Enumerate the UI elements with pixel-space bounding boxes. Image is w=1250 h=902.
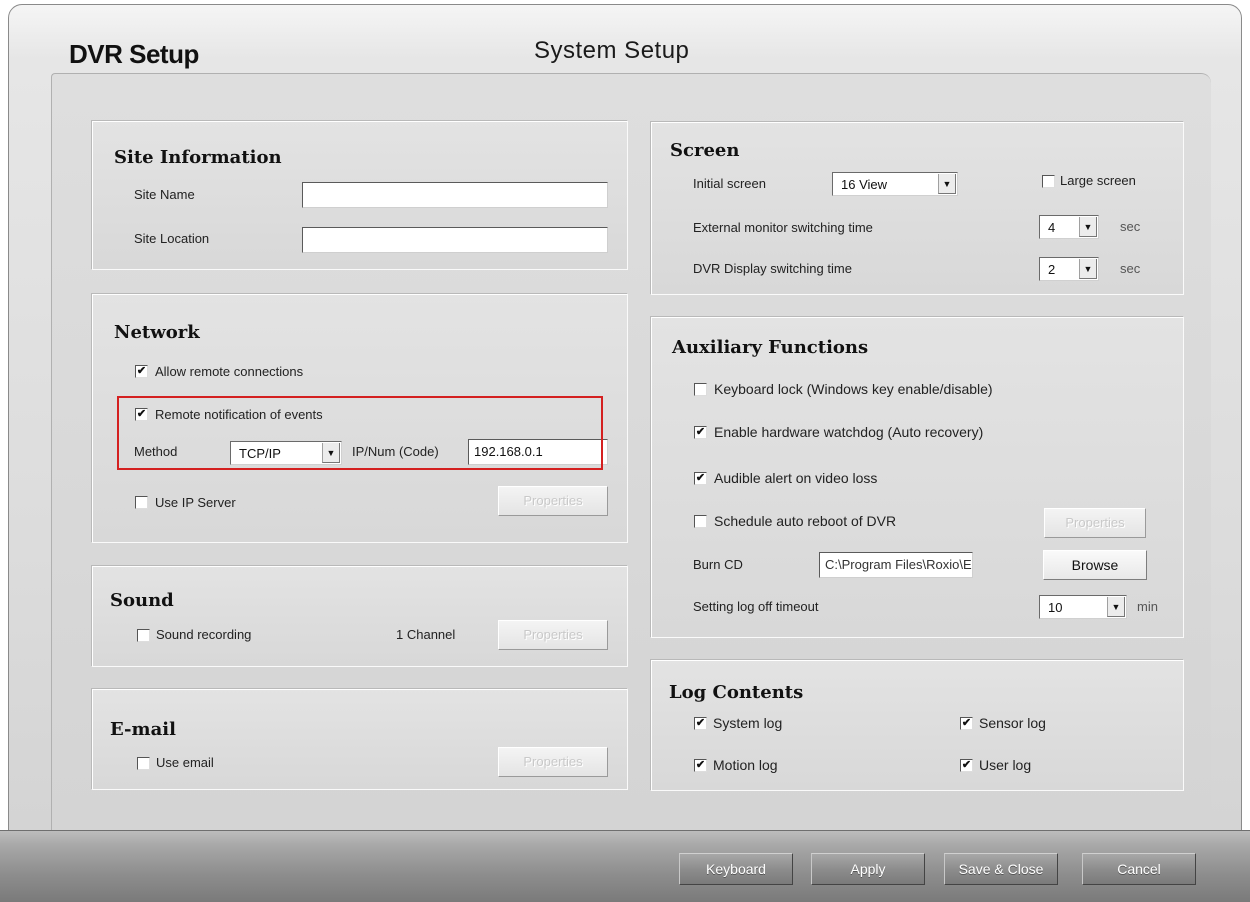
logoff-select[interactable]: 10 ▼ <box>1039 595 1127 619</box>
user-log-label: User log <box>979 757 1032 773</box>
sound-panel: Sound Sound recording 1 Channel Properti… <box>91 565 628 667</box>
site-location-field[interactable] <box>302 227 608 253</box>
log-contents-panel: Log Contents ✔ System log ✔ Sensor log ✔… <box>650 659 1184 791</box>
motion-log-label: Motion log <box>713 757 778 773</box>
email-panel: E-mail Use email Properties <box>91 688 628 790</box>
use-email-checkbox[interactable] <box>137 757 150 770</box>
browse-button[interactable]: Browse <box>1043 550 1147 580</box>
cancel-button[interactable]: Cancel <box>1082 853 1196 885</box>
page-title: System Setup <box>534 37 690 64</box>
initial-screen-label: Initial screen <box>693 176 766 191</box>
logoff-label: Setting log off timeout <box>693 599 819 614</box>
logoff-value: 10 <box>1048 600 1063 615</box>
email-properties-button[interactable]: Properties <box>498 747 608 777</box>
ext-monitor-value: 4 <box>1048 220 1056 235</box>
initial-screen-select[interactable]: 16 View ▼ <box>832 172 958 196</box>
sensor-log-checkbox[interactable]: ✔ <box>960 717 973 730</box>
sound-title: Sound <box>110 590 174 611</box>
site-information-panel: Site Information Site Name Site Location <box>91 120 628 270</box>
dvr-display-label: DVR Display switching time <box>693 261 852 276</box>
auto-reboot-checkbox[interactable] <box>694 515 707 528</box>
chevron-down-icon[interactable]: ▼ <box>1079 259 1097 279</box>
allow-remote-label: Allow remote connections <box>155 364 304 379</box>
sound-recording-checkbox[interactable] <box>137 629 150 642</box>
keyboard-lock-checkbox[interactable] <box>694 383 707 396</box>
network-properties-button[interactable]: Properties <box>498 486 608 516</box>
site-information-title: Site Information <box>114 147 282 168</box>
initial-screen-value: 16 View <box>841 177 888 192</box>
chevron-down-icon[interactable]: ▼ <box>938 174 956 194</box>
logoff-unit: min <box>1137 599 1158 614</box>
log-contents-title: Log Contents <box>669 682 804 703</box>
auxiliary-panel: Auxiliary Functions Keyboard lock (Windo… <box>650 316 1184 638</box>
dvr-display-select[interactable]: 2 ▼ <box>1039 257 1099 281</box>
audible-alert-checkbox[interactable]: ✔ <box>694 472 707 485</box>
highlight-box <box>117 396 603 470</box>
chevron-down-icon[interactable]: ▼ <box>1079 217 1097 237</box>
large-screen-checkbox[interactable] <box>1042 175 1055 188</box>
sound-properties-button[interactable]: Properties <box>498 620 608 650</box>
site-name-label: Site Name <box>134 187 195 202</box>
motion-log-checkbox[interactable]: ✔ <box>694 759 707 772</box>
keyboard-lock-label: Keyboard lock (Windows key enable/disabl… <box>714 381 993 397</box>
auxiliary-title: Auxiliary Functions <box>672 337 869 358</box>
audible-alert-label: Audible alert on video loss <box>714 470 878 486</box>
use-ip-server-label: Use IP Server <box>155 495 236 510</box>
aux-properties-button[interactable]: Properties <box>1044 508 1146 538</box>
network-title: Network <box>114 322 200 343</box>
watchdog-checkbox[interactable]: ✔ <box>694 426 707 439</box>
screen-panel: Screen Initial screen 16 View ▼ Large sc… <box>650 121 1184 295</box>
email-title: E-mail <box>110 719 176 740</box>
ext-monitor-unit: sec <box>1120 219 1141 234</box>
sound-recording-label: Sound recording <box>156 627 252 642</box>
burn-cd-label: Burn CD <box>693 557 743 572</box>
use-ip-server-checkbox[interactable] <box>135 496 148 509</box>
ext-monitor-label: External monitor switching time <box>693 220 873 235</box>
use-email-label: Use email <box>156 755 214 770</box>
apply-button[interactable]: Apply <box>811 853 925 885</box>
screen-title: Screen <box>670 140 740 161</box>
site-name-field[interactable] <box>302 182 608 208</box>
footer-bar <box>0 830 1250 902</box>
watchdog-label: Enable hardware watchdog (Auto recovery) <box>714 424 984 440</box>
allow-remote-checkbox[interactable]: ✔ <box>135 365 148 378</box>
user-log-checkbox[interactable]: ✔ <box>960 759 973 772</box>
large-screen-label: Large screen <box>1060 173 1136 188</box>
chevron-down-icon[interactable]: ▼ <box>1107 597 1125 617</box>
channel-count: 1 Channel <box>396 627 456 642</box>
ext-monitor-select[interactable]: 4 ▼ <box>1039 215 1099 239</box>
system-log-checkbox[interactable]: ✔ <box>694 717 707 730</box>
dvr-display-value: 2 <box>1048 262 1056 277</box>
dvr-display-unit: sec <box>1120 261 1141 276</box>
keyboard-button[interactable]: Keyboard <box>679 853 793 885</box>
sensor-log-label: Sensor log <box>979 715 1046 731</box>
auto-reboot-label: Schedule auto reboot of DVR <box>714 513 897 529</box>
save-close-button[interactable]: Save & Close <box>944 853 1058 885</box>
site-location-label: Site Location <box>134 231 210 246</box>
burn-cd-path-field[interactable]: C:\Program Files\Roxio\Eas <box>819 552 973 578</box>
system-log-label: System log <box>713 715 783 731</box>
app-title: DVR Setup <box>69 39 199 69</box>
